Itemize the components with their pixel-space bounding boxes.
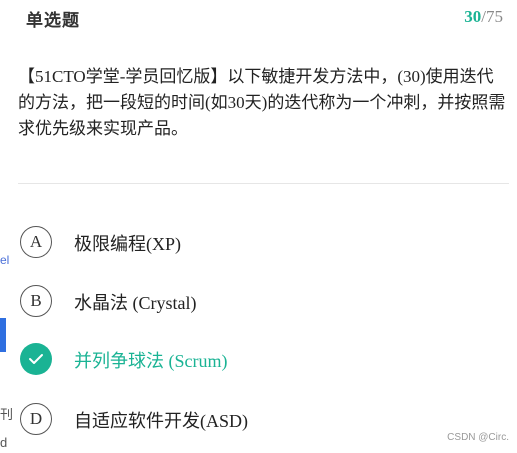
option-b[interactable]: B 水晶法 (Crystal) (18, 285, 418, 319)
option-text: 并列争球法 (Scrum) (74, 351, 228, 371)
divider (18, 183, 509, 184)
option-c[interactable]: 并列争球法 (Scrum) (18, 343, 418, 377)
question-counter: 30/75 (464, 7, 503, 27)
option-letter-circle[interactable]: A (20, 226, 52, 258)
question-type-title: 单选题 (26, 11, 80, 31)
edge-fragment-text: el (0, 253, 10, 267)
question-header: 单选题 30/75 (26, 6, 503, 31)
option-d[interactable]: D 自适应软件开发(ASD) (18, 403, 418, 437)
total-question-count: 75 (486, 7, 503, 26)
option-a[interactable]: A 极限编程(XP) (18, 226, 418, 260)
current-question-number: 30 (464, 7, 482, 26)
option-letter-circle[interactable]: B (20, 285, 52, 317)
option-text: 极限编程(XP) (74, 234, 181, 254)
check-icon (29, 354, 43, 364)
question-text: 【51CTO学堂-学员回忆版】以下敏捷开发方法中，(30)使用迭代的方法，把一段… (18, 67, 506, 138)
edge-fragment-text: d (0, 435, 8, 450)
watermark: CSDN @Circ. (447, 432, 509, 443)
option-text: 水晶法 (Crystal) (74, 293, 197, 313)
edge-blue-tab (0, 318, 6, 352)
option-letter-circle[interactable]: D (20, 403, 52, 435)
option-selected-circle[interactable] (20, 343, 52, 375)
option-text: 自适应软件开发(ASD) (74, 411, 248, 431)
left-edge-strip: el 刊 d (0, 0, 13, 453)
edge-fragment-text: 刊 (0, 407, 14, 422)
